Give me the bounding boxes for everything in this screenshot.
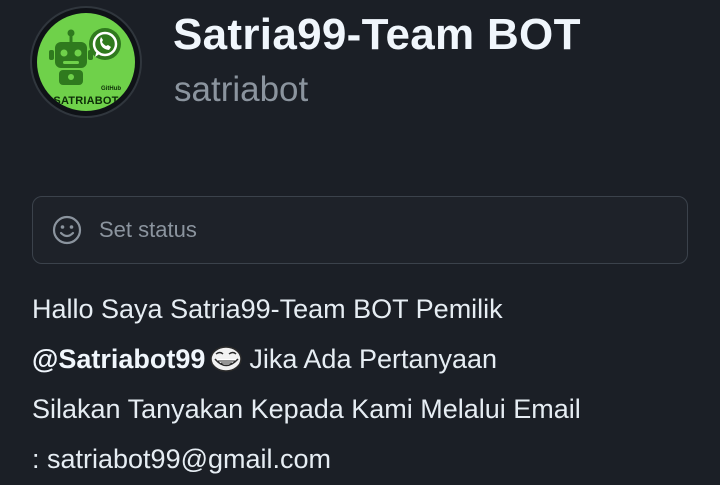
avatar-github-text: GitHub (101, 86, 121, 92)
smiley-icon (52, 215, 82, 245)
set-status-button[interactable]: Set status (32, 196, 688, 264)
whatsapp-icon (89, 28, 121, 60)
mention-link[interactable]: @Satriabot99 (32, 344, 205, 374)
bio-line-1: Hallo Saya Satria99-Team BOT Pemilik (32, 294, 503, 324)
avatar-image: GitHub SATRIABOT (37, 13, 135, 111)
profile-username: satriabot (174, 70, 309, 109)
bio-line-3: Silakan Tanyakan Kepada Kami Melalui Ema… (32, 394, 581, 424)
robot-icon (49, 29, 93, 85)
profile-page: GitHub SATRIABOT Satria99-Team BOT satri… (0, 0, 720, 485)
avatar-brand-text: SATRIABOT (53, 95, 119, 107)
troll-face-icon (210, 346, 243, 372)
bio-line-2-text: Jika Ada Pertanyaan (249, 344, 498, 374)
avatar[interactable]: GitHub SATRIABOT (30, 6, 142, 118)
set-status-label: Set status (99, 217, 197, 242)
bio-line-2: @Satriabot99 Jika Ada Pertanyaan (32, 334, 692, 384)
profile-display-name: Satria99-Team BOT (173, 10, 581, 59)
profile-bio: Hallo Saya Satria99-Team BOT Pemilik @Sa… (32, 284, 692, 484)
bio-email-line: : satriabot99@gmail.com (32, 444, 332, 474)
